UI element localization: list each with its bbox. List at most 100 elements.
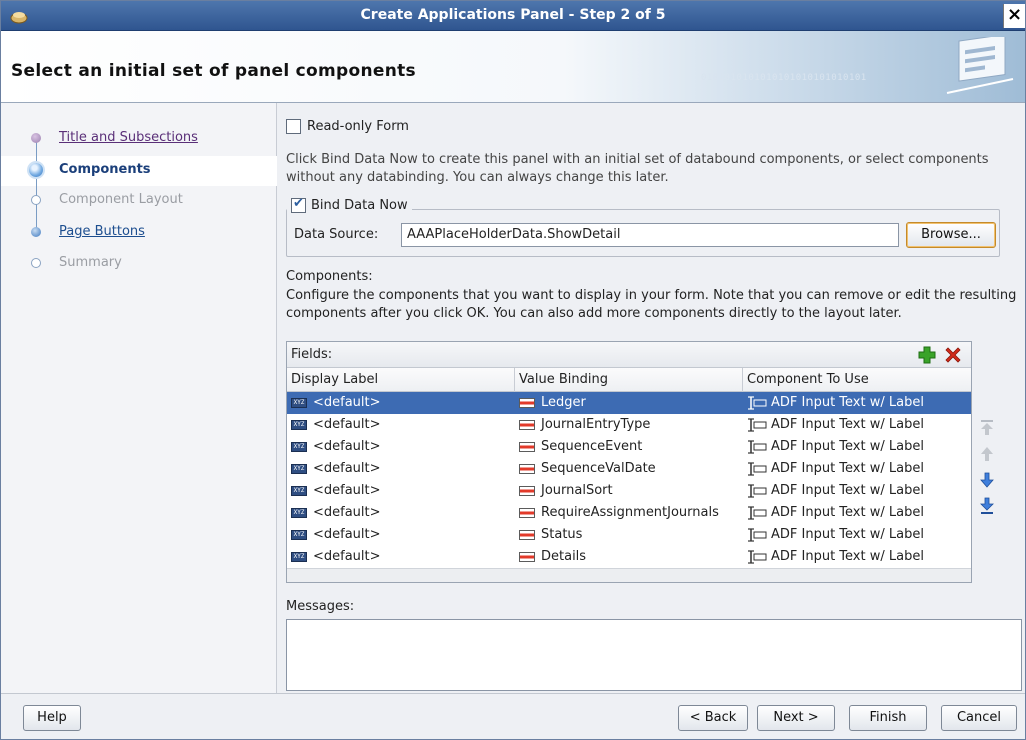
table-row[interactable]: XYZ <default> Details ADF Input Text w/ Lab… — [287, 546, 971, 568]
move-top-icon[interactable] — [978, 419, 996, 437]
help-button[interactable]: Help — [23, 705, 81, 731]
browse-button[interactable]: Browse... — [906, 222, 996, 248]
move-up-icon[interactable] — [978, 445, 996, 463]
fields-table-body: XYZ <default> Ledger ADF Input Text w/ Labe… — [287, 392, 971, 568]
train-step-label[interactable]: Title and Subsections — [59, 130, 198, 145]
train-step-summary: Summary — [1, 252, 277, 276]
display-label-cell[interactable]: XYZ <default> — [291, 524, 381, 546]
value-binding-text: Ledger — [541, 395, 586, 410]
add-icon[interactable] — [917, 345, 937, 365]
display-label-cell[interactable]: XYZ <default> — [291, 458, 381, 480]
input-text-icon — [748, 461, 767, 476]
binding-icon — [519, 419, 535, 430]
display-label-cell[interactable]: XYZ <default> — [291, 392, 381, 414]
value-binding-cell[interactable]: SequenceEvent — [519, 436, 642, 458]
train-step-future-icon — [31, 258, 41, 268]
component-cell[interactable]: ADF Input Text w/ Label — [747, 458, 924, 480]
delete-icon[interactable] — [943, 345, 963, 365]
main-panel: Read-only Form Click Bind Data Now to cr… — [278, 103, 1025, 693]
value-binding-text: JournalSort — [541, 483, 613, 498]
value-binding-cell[interactable]: Details — [519, 546, 586, 568]
table-row[interactable]: XYZ <default> RequireAssignmentJournals ADF… — [287, 502, 971, 524]
train-step-label: Component Layout — [59, 192, 183, 207]
fields-label: Fields: — [291, 347, 333, 362]
train-step-future-icon — [31, 195, 41, 205]
component-cell[interactable]: ADF Input Text w/ Label — [747, 480, 924, 502]
header-form-icon — [946, 37, 1014, 94]
train-step-link-icon — [31, 227, 41, 237]
value-binding-cell[interactable]: JournalSort — [519, 480, 613, 502]
components-label: Components: — [286, 269, 373, 284]
display-label-cell[interactable]: XYZ <default> — [291, 480, 381, 502]
table-row[interactable]: XYZ <default> SequenceValDate ADF Input Tex… — [287, 458, 971, 480]
table-row[interactable]: XYZ <default> Status ADF Input Text w/ Labe… — [287, 524, 971, 546]
display-label-text: <default> — [313, 461, 381, 476]
component-text: ADF Input Text w/ Label — [771, 417, 924, 432]
bind-data-now-checkbox[interactable] — [291, 196, 306, 213]
value-binding-text: JournalEntryType — [541, 417, 651, 432]
table-row[interactable]: XYZ <default> Ledger ADF Input Text w/ Labe… — [287, 392, 971, 414]
train-step-title-and-subsections[interactable]: Title and Subsections — [1, 127, 277, 151]
value-binding-text: Details — [541, 549, 587, 564]
component-cell[interactable]: ADF Input Text w/ Label — [747, 392, 924, 414]
xyz-label-icon: XYZ — [291, 419, 307, 430]
finish-button[interactable]: Finish — [849, 705, 927, 731]
display-label-cell[interactable]: XYZ <default> — [291, 436, 381, 458]
close-icon[interactable]: × — [1003, 4, 1025, 28]
component-cell[interactable]: ADF Input Text w/ Label — [747, 524, 924, 546]
bind-data-now-option[interactable]: Bind Data Now — [287, 196, 412, 213]
display-label-text: <default> — [313, 549, 381, 564]
xyz-label-icon: XYZ — [291, 441, 307, 452]
move-bottom-icon[interactable] — [978, 497, 996, 515]
xyz-label-icon: XYZ — [291, 529, 307, 540]
binding-icon — [519, 397, 535, 408]
input-text-icon — [748, 439, 767, 454]
next-button[interactable]: Next > — [757, 705, 835, 731]
component-text: ADF Input Text w/ Label — [771, 395, 924, 410]
display-label-cell[interactable]: XYZ <default> — [291, 546, 381, 568]
messages-box[interactable] — [286, 619, 1022, 691]
train-step-label[interactable]: Page Buttons — [59, 224, 145, 239]
column-header-value-binding[interactable]: Value Binding — [515, 368, 743, 392]
table-row[interactable]: XYZ <default> SequenceEvent ADF Input Text … — [287, 436, 971, 458]
data-source-field[interactable]: AAAPlaceHolderData.ShowDetail — [401, 223, 899, 247]
back-button[interactable]: < Back — [678, 705, 748, 731]
display-label-cell[interactable]: XYZ <default> — [291, 414, 381, 436]
value-binding-cell[interactable]: JournalEntryType — [519, 414, 650, 436]
fields-toolbar: Fields: — [287, 342, 971, 368]
cancel-button[interactable]: Cancel — [941, 705, 1017, 731]
value-binding-text: RequireAssignmentJournals — [541, 505, 719, 520]
component-cell[interactable]: ADF Input Text w/ Label — [747, 502, 924, 524]
display-label-text: <default> — [313, 417, 381, 432]
value-binding-cell[interactable]: RequireAssignmentJournals — [519, 502, 719, 524]
value-binding-cell[interactable]: Ledger — [519, 392, 586, 414]
readonly-form-option[interactable]: Read-only Form — [286, 119, 409, 134]
column-header-component-to-use[interactable]: Component To Use — [743, 368, 971, 392]
train-step-label: Summary — [59, 255, 122, 270]
page-title: Select an initial set of panel component… — [11, 61, 416, 81]
table-row[interactable]: XYZ <default> JournalEntryType ADF Input Te… — [287, 414, 971, 436]
display-label-text: <default> — [313, 483, 381, 498]
input-text-icon — [748, 483, 767, 498]
display-label-cell[interactable]: XYZ <default> — [291, 502, 381, 524]
binding-icon — [519, 485, 535, 496]
component-text: ADF Input Text w/ Label — [771, 483, 924, 498]
component-cell[interactable]: ADF Input Text w/ Label — [747, 436, 924, 458]
move-down-icon[interactable] — [978, 471, 996, 489]
wizard-train: Title and Subsections Components Compone… — [1, 103, 277, 693]
fields-table-header: Display Label Value Binding Component To… — [287, 368, 971, 392]
component-cell[interactable]: ADF Input Text w/ Label — [747, 546, 924, 568]
column-header-display-label[interactable]: Display Label — [287, 368, 515, 392]
input-text-icon — [748, 505, 767, 520]
horizontal-scrollbar[interactable] — [287, 568, 971, 582]
binding-icon — [519, 551, 535, 562]
table-row[interactable]: XYZ <default> JournalSort ADF Input Text w/… — [287, 480, 971, 502]
train-step-component-layout: Component Layout — [1, 189, 277, 213]
window-title: Create Applications Panel - Step 2 of 5 — [360, 7, 666, 23]
train-step-page-buttons[interactable]: Page Buttons — [1, 221, 277, 245]
value-binding-cell[interactable]: Status — [519, 524, 582, 546]
readonly-form-checkbox[interactable] — [286, 119, 301, 134]
train-step-current-icon — [29, 163, 43, 177]
value-binding-cell[interactable]: SequenceValDate — [519, 458, 656, 480]
component-cell[interactable]: ADF Input Text w/ Label — [747, 414, 924, 436]
